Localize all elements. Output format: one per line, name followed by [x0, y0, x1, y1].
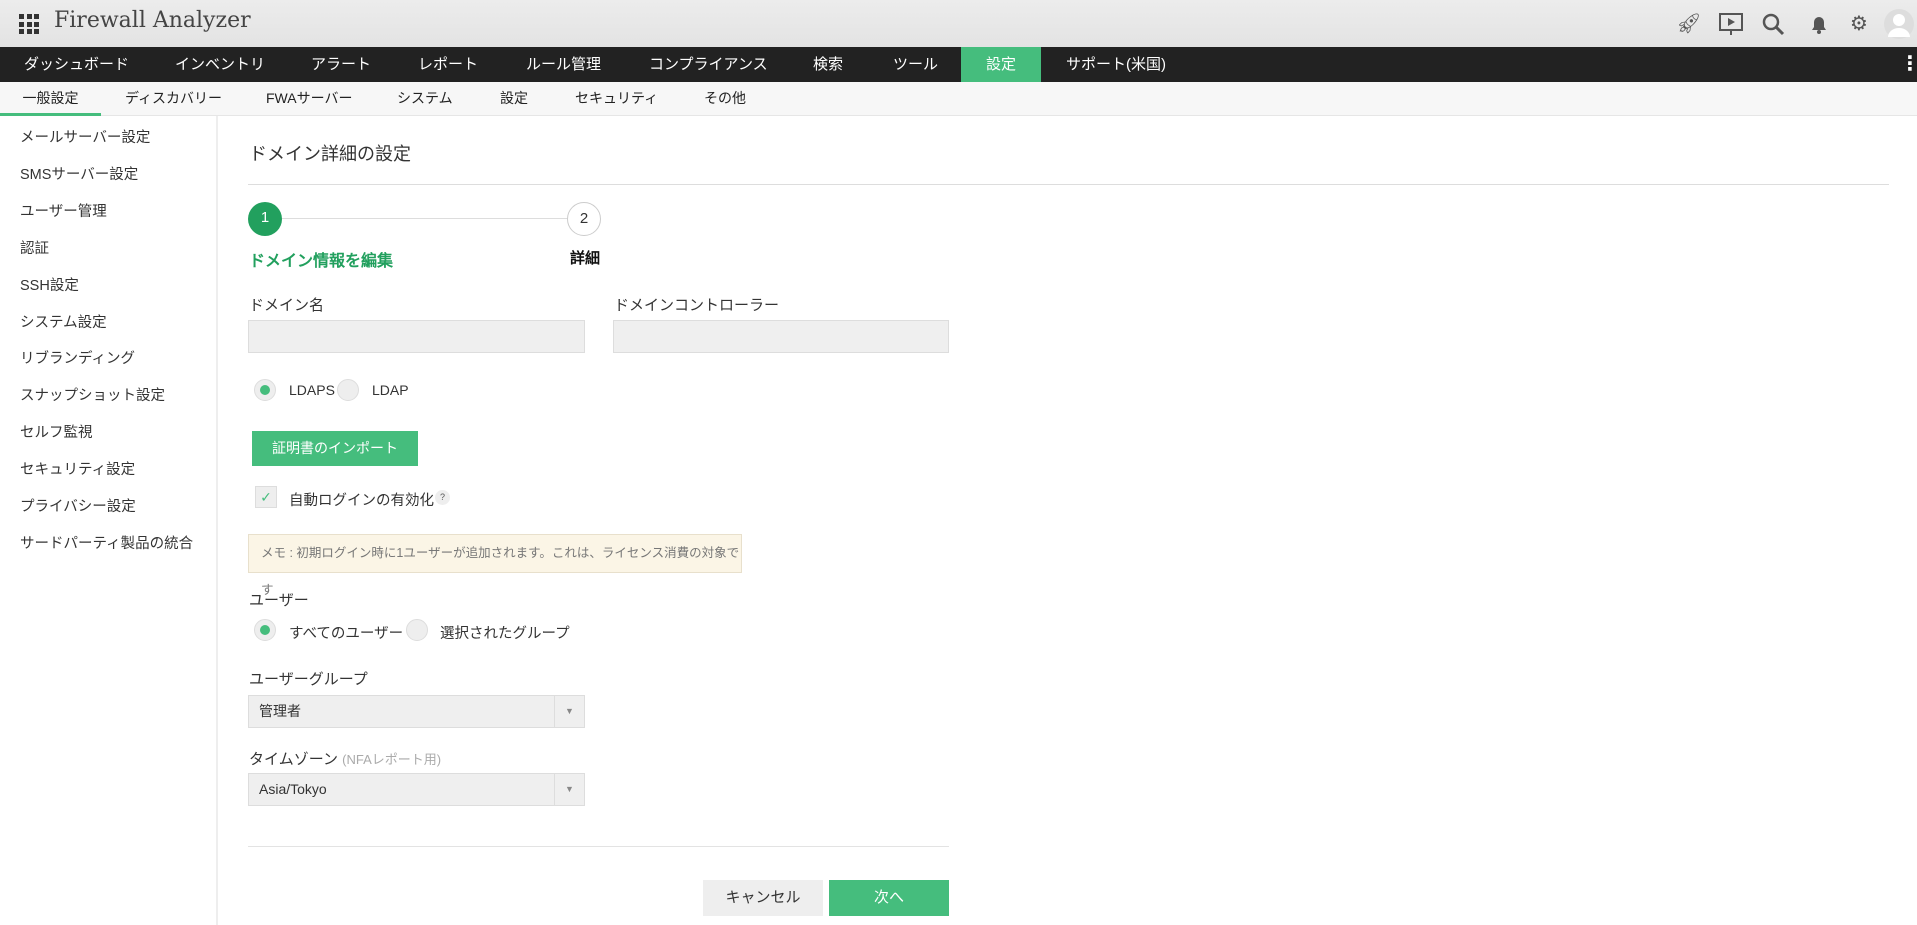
page-title: ドメイン詳細の設定 [249, 144, 411, 164]
step-2-label: 詳細 [570, 250, 601, 267]
subnav-settings[interactable]: 設定 [500, 82, 528, 116]
user-label: ユーザー [249, 592, 309, 609]
user-avatar-icon[interactable] [1884, 9, 1914, 39]
note-box: メモ : 初期ログイン時に1ユーザーが追加されます。これは、ライセンス消費の対象… [248, 534, 742, 597]
sidebar: メールサーバー設定 SMSサーバー設定 ユーザー管理 認証 SSH設定 システム… [0, 116, 218, 925]
timezone-label: タイムゾーン (NFAレポート用) [249, 748, 441, 769]
sidebar-item[interactable]: 認証 [20, 237, 49, 258]
domain-name-input[interactable] [248, 320, 585, 353]
radio-all-users[interactable] [254, 619, 276, 641]
sidebar-item[interactable]: SSH設定 [20, 274, 79, 295]
nav-inventory[interactable]: インベントリ [175, 47, 265, 82]
nav-dashboard[interactable]: ダッシュボード [24, 47, 129, 82]
stepper-line [282, 218, 568, 219]
subnav-security[interactable]: セキュリティ [575, 82, 658, 116]
radio-selected-groups[interactable] [406, 619, 428, 641]
search-icon[interactable] [1760, 11, 1786, 37]
domain-name-label: ドメイン名 [249, 297, 325, 314]
step-1-label: ドメイン情報を編集 [249, 253, 394, 270]
subnav-fwa-server[interactable]: FWAサーバー [266, 82, 352, 116]
divider [248, 184, 1889, 185]
sidebar-item[interactable]: システム設定 [20, 311, 107, 332]
chevron-down-icon: ▼ [554, 774, 584, 805]
nav-tools[interactable]: ツール [893, 47, 938, 82]
main-nav: ダッシュボード インベントリ アラート レポート ルール管理 コンプライアンス … [0, 47, 1917, 82]
rocket-icon[interactable]: 🚀︎ [1676, 11, 1702, 37]
sidebar-item[interactable]: メールサーバー設定 [20, 126, 150, 147]
domain-controller-label: ドメインコントローラー [614, 297, 780, 314]
nav-support[interactable]: サポート(米国) [1066, 47, 1166, 82]
top-header: Firewall Analyzer 🚀︎ ⚙ [0, 0, 1917, 47]
step-2-circle: 2 [567, 202, 601, 236]
user-group-select[interactable]: 管理者 ▼ [248, 695, 585, 728]
sidebar-item[interactable]: セルフ監視 [20, 421, 93, 442]
radio-ldaps[interactable] [254, 379, 276, 401]
nav-alerts[interactable]: アラート [311, 47, 371, 82]
bell-icon[interactable] [1806, 11, 1832, 37]
apps-grid-icon[interactable] [19, 14, 39, 34]
sidebar-item[interactable]: SMSサーバー設定 [20, 163, 138, 184]
nav-search[interactable]: 検索 [813, 47, 843, 82]
subnav-other[interactable]: その他 [704, 82, 746, 116]
nav-reports[interactable]: レポート [418, 47, 478, 82]
radio-ldap[interactable] [337, 379, 359, 401]
radio-ldap-label: LDAP [372, 382, 409, 398]
subnav-general[interactable]: 一般設定 [0, 82, 101, 116]
auto-login-checkbox[interactable]: ✓ [255, 486, 277, 508]
presentation-icon[interactable] [1718, 11, 1744, 37]
user-group-label: ユーザーグループ [249, 671, 368, 688]
help-icon[interactable]: ? [435, 490, 450, 505]
radio-ldaps-label: LDAPS [289, 382, 335, 398]
sidebar-item[interactable]: プライバシー設定 [20, 495, 136, 516]
app-title: Firewall Analyzer [54, 8, 251, 33]
gear-icon[interactable]: ⚙ [1846, 11, 1872, 37]
sidebar-item[interactable]: スナップショット設定 [20, 384, 165, 405]
sidebar-item[interactable]: ユーザー管理 [20, 200, 107, 221]
chevron-down-icon: ▼ [554, 696, 584, 727]
cancel-button[interactable]: キャンセル [703, 880, 823, 916]
subnav-system[interactable]: システム [397, 82, 453, 116]
step-1-circle: 1 [248, 202, 282, 236]
timezone-value: Asia/Tokyo [259, 781, 327, 797]
sidebar-item[interactable]: リブランディング [20, 347, 135, 368]
user-group-value: 管理者 [259, 703, 301, 719]
timezone-label-text: タイムゾーン [249, 751, 338, 768]
timezone-select[interactable]: Asia/Tokyo ▼ [248, 773, 585, 806]
more-vertical-icon[interactable]: ⋮ [1900, 47, 1917, 82]
subnav-discovery[interactable]: ディスカバリー [125, 82, 222, 116]
nav-settings[interactable]: 設定 [961, 47, 1041, 82]
auto-login-label: 自動ログインの有効化 [289, 493, 434, 509]
divider [248, 846, 949, 847]
sidebar-item[interactable]: セキュリティ設定 [20, 458, 135, 479]
nav-rule-management[interactable]: ルール管理 [526, 47, 601, 82]
sub-nav: 一般設定 ディスカバリー FWAサーバー システム 設定 セキュリティ その他 [0, 82, 1917, 116]
timezone-hint: (NFAレポート用) [342, 752, 442, 767]
next-button[interactable]: 次へ [829, 880, 949, 916]
nav-compliance[interactable]: コンプライアンス [649, 47, 768, 82]
radio-all-users-label: すべてのユーザー [289, 626, 404, 642]
import-certificate-button[interactable]: 証明書のインポート [252, 431, 418, 466]
sidebar-item[interactable]: サードパーティ製品の統合 [20, 532, 193, 553]
radio-selected-groups-label: 選択されたグループ [440, 626, 570, 642]
domain-controller-input[interactable] [613, 320, 949, 353]
